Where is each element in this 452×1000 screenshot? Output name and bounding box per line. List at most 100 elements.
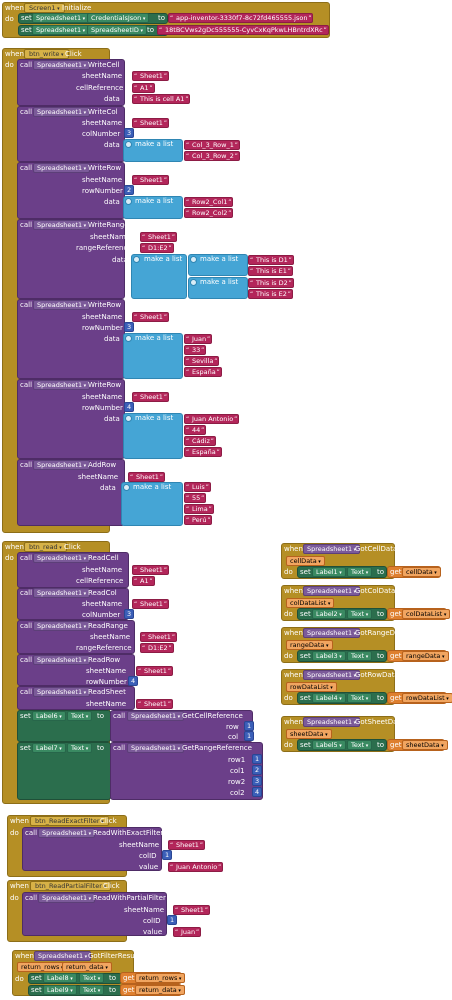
number-literal[interactable]: 3 xyxy=(124,609,135,619)
string-literal[interactable]: Sheet1 xyxy=(136,666,173,676)
number-literal[interactable]: 1 xyxy=(244,731,255,741)
property-dropdown[interactable]: CredentialsJson xyxy=(87,13,150,23)
string-literal[interactable]: 55 xyxy=(184,493,207,503)
string-literal[interactable]: Juan xyxy=(184,334,213,344)
component-dropdown[interactable]: Spreadsheet1 xyxy=(33,163,91,173)
property-dropdown[interactable]: Text xyxy=(79,973,105,983)
string-literal[interactable]: This is D1 xyxy=(248,255,294,265)
component-dropdown[interactable]: Spreadsheet1 xyxy=(127,711,185,721)
string-literal[interactable]: Sevilla xyxy=(184,356,220,366)
variable-dropdown[interactable]: colDataList xyxy=(402,609,451,619)
component-dropdown[interactable]: Spreadsheet1 xyxy=(32,25,90,35)
number-literal[interactable]: 3 xyxy=(124,322,135,332)
string-literal[interactable]: Sheet1 xyxy=(136,699,173,709)
event-param[interactable]: sheetData xyxy=(286,729,332,739)
component-dropdown[interactable]: Label2 xyxy=(312,609,346,619)
writerange-call[interactable] xyxy=(17,219,125,299)
string-literal[interactable]: This is cell A1 xyxy=(132,94,191,104)
button-dropdown[interactable]: btn_read xyxy=(24,542,67,552)
string-literal[interactable]: This is E2 xyxy=(248,289,293,299)
mutator-gear-icon[interactable] xyxy=(125,335,132,342)
string-literal[interactable]: Sheet1 xyxy=(132,175,169,185)
component-dropdown[interactable]: Spreadsheet1 xyxy=(303,717,361,727)
number-literal[interactable]: 2 xyxy=(124,185,135,195)
component-dropdown[interactable]: Spreadsheet1 xyxy=(33,621,91,631)
string-literal[interactable]: Row2_Col2 xyxy=(184,208,234,218)
event-param[interactable]: return_data xyxy=(62,962,112,972)
string-literal[interactable]: app-inventor-3330f7-8c72fd465555.json xyxy=(168,13,314,23)
variable-dropdown[interactable]: cellData xyxy=(402,567,441,577)
component-dropdown[interactable]: Label5 xyxy=(312,740,346,750)
mutator-gear-icon[interactable] xyxy=(125,415,132,422)
component-dropdown[interactable]: Spreadsheet1 xyxy=(33,655,91,665)
button-dropdown[interactable]: btn_write xyxy=(24,49,69,59)
property-dropdown[interactable]: Text xyxy=(79,985,105,995)
string-literal[interactable]: A1 xyxy=(132,576,155,586)
string-literal[interactable]: D1:E2 xyxy=(140,243,174,253)
variable-dropdown[interactable]: rangeData xyxy=(402,651,449,661)
number-literal[interactable]: 1 xyxy=(167,915,178,925)
component-dropdown[interactable]: Spreadsheet1 xyxy=(33,588,91,598)
string-literal[interactable]: D1:E2 xyxy=(140,643,174,653)
mutator-gear-icon[interactable] xyxy=(125,198,132,205)
component-dropdown[interactable]: Label6 xyxy=(32,711,66,721)
string-literal[interactable]: 18tBCVws2gDc555555-CyvCxKqPkwLHBntrdXRc xyxy=(157,25,329,35)
string-literal[interactable]: This is E1 xyxy=(248,266,293,276)
string-literal[interactable]: Juan xyxy=(173,927,202,937)
string-literal[interactable]: Row2_Col1 xyxy=(184,197,234,207)
button-dropdown[interactable]: btn_ReadPartialFilter xyxy=(30,881,112,891)
component-dropdown[interactable]: Spreadsheet1 xyxy=(127,743,185,753)
string-literal[interactable]: Sheet1 xyxy=(132,599,169,609)
property-dropdown[interactable]: Text xyxy=(347,740,373,750)
component-dropdown[interactable]: Spreadsheet1 xyxy=(33,300,91,310)
number-literal[interactable]: 1 xyxy=(252,754,263,764)
component-dropdown[interactable]: Spreadsheet1 xyxy=(32,13,90,23)
string-literal[interactable]: Cádiz xyxy=(184,436,216,446)
number-literal[interactable]: 4 xyxy=(124,402,135,412)
string-literal[interactable]: Col_3_Row_1 xyxy=(184,140,240,150)
mutator-gear-icon[interactable] xyxy=(190,279,197,286)
event-param[interactable]: rangeData xyxy=(286,640,333,650)
mutator-gear-icon[interactable] xyxy=(133,256,140,263)
property-dropdown[interactable]: Text xyxy=(347,693,373,703)
component-dropdown[interactable]: Spreadsheet1 xyxy=(303,670,361,680)
number-literal[interactable]: 4 xyxy=(128,676,139,686)
string-literal[interactable]: Sheet1 xyxy=(132,312,169,322)
number-literal[interactable]: 2 xyxy=(252,765,263,775)
string-literal[interactable]: Col_3_Row_2 xyxy=(184,151,240,161)
variable-dropdown[interactable]: return_data xyxy=(135,985,185,995)
component-dropdown[interactable]: Spreadsheet1 xyxy=(303,586,361,596)
mutator-gear-icon[interactable] xyxy=(125,141,132,148)
string-literal[interactable]: A1 xyxy=(132,83,155,93)
mutator-gear-icon[interactable] xyxy=(123,484,130,491)
string-literal[interactable]: Juan Antonio xyxy=(184,414,240,424)
string-literal[interactable]: Sheet1 xyxy=(128,472,165,482)
component-dropdown[interactable]: Spreadsheet1 xyxy=(38,828,96,838)
component-dropdown[interactable]: Spreadsheet1 xyxy=(303,544,361,554)
string-literal[interactable]: Sheet1 xyxy=(168,840,205,850)
screen-dropdown[interactable]: Screen1 xyxy=(24,3,65,13)
component-dropdown[interactable]: Spreadsheet1 xyxy=(33,107,91,117)
string-literal[interactable]: 33 xyxy=(184,345,207,355)
component-dropdown[interactable]: Label4 xyxy=(312,693,346,703)
string-literal[interactable]: Sheet1 xyxy=(132,118,169,128)
property-dropdown[interactable]: Text xyxy=(347,651,373,661)
component-dropdown[interactable]: Spreadsheet1 xyxy=(33,380,91,390)
property-dropdown[interactable]: SpreadsheetID xyxy=(87,25,147,35)
component-dropdown[interactable]: Spreadsheet1 xyxy=(33,220,91,230)
number-literal[interactable]: 3 xyxy=(124,128,135,138)
component-dropdown[interactable]: Label1 xyxy=(312,567,346,577)
string-literal[interactable]: This is D2 xyxy=(248,278,294,288)
variable-dropdown[interactable]: return_rows xyxy=(135,973,186,983)
string-literal[interactable]: Sheet1 xyxy=(140,632,177,642)
variable-dropdown[interactable]: sheetData xyxy=(402,740,448,750)
component-dropdown[interactable]: Spreadsheet1 xyxy=(33,553,91,563)
string-literal[interactable]: Sheet1 xyxy=(140,232,177,242)
number-literal[interactable]: 3 xyxy=(252,776,263,786)
string-literal[interactable]: 44 xyxy=(184,425,207,435)
component-dropdown[interactable]: Spreadsheet1 xyxy=(33,460,91,470)
variable-dropdown[interactable]: rowDataList xyxy=(402,693,452,703)
component-dropdown[interactable]: Label3 xyxy=(312,651,346,661)
component-dropdown[interactable]: Spreadsheet1 xyxy=(38,893,96,903)
property-dropdown[interactable]: Text xyxy=(347,567,373,577)
